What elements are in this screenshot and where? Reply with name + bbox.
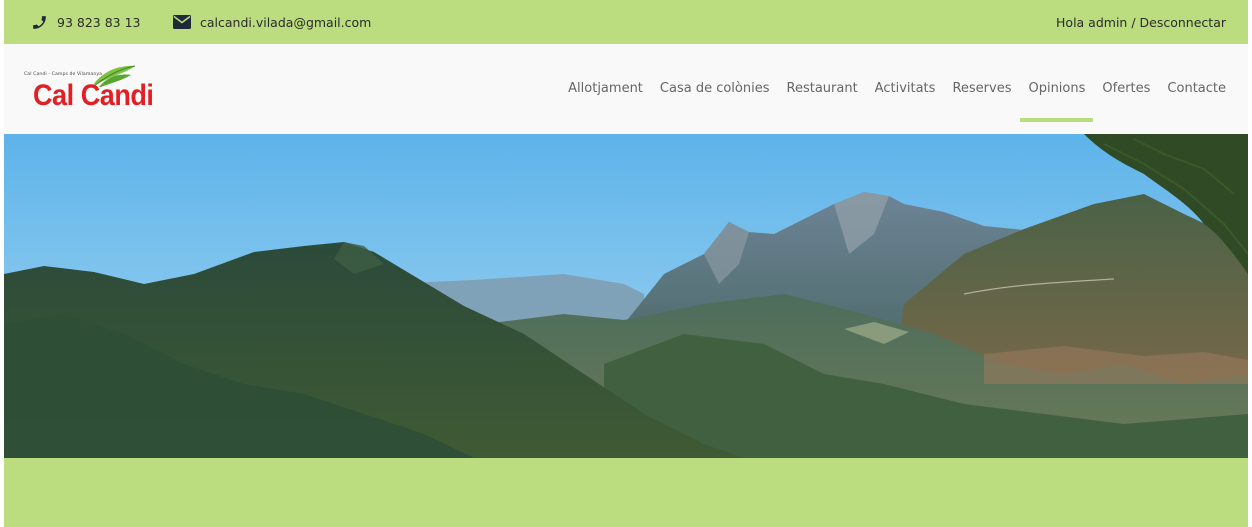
auth-separator: /	[1127, 14, 1140, 30]
nav-item-activitats[interactable]: Activitats	[875, 79, 936, 99]
site-header: Cal Candi - Camps de Vilamanya Cal Candi…	[4, 44, 1248, 134]
nav-item-reserves[interactable]: Reserves	[952, 79, 1011, 99]
nav-item-opinions[interactable]: Opinions	[1020, 79, 1094, 122]
logout-link[interactable]: Desconnectar	[1140, 15, 1226, 30]
envelope-icon	[173, 15, 191, 29]
nav-item-contacte[interactable]: Contacte	[1167, 79, 1226, 99]
nav-item-casa-de-colonies[interactable]: Casa de colònies	[660, 79, 770, 99]
top-bar: 93 823 83 13 calcandi.vilada@gmail.com H…	[4, 0, 1248, 44]
logo-name: Cal Candi	[33, 79, 154, 112]
mountain-landscape-image	[4, 134, 1248, 458]
phone-contact[interactable]: 93 823 83 13	[31, 0, 141, 44]
greeting-link[interactable]: Hola admin	[1056, 15, 1127, 30]
hero-banner	[4, 134, 1248, 458]
email-address: calcandi.vilada@gmail.com	[200, 14, 372, 30]
page: 93 823 83 13 calcandi.vilada@gmail.com H…	[4, 0, 1248, 527]
logo[interactable]: Cal Candi - Camps de Vilamanya Cal Candi	[21, 63, 191, 115]
phone-number: 93 823 83 13	[57, 14, 141, 30]
green-band	[4, 458, 1248, 527]
auth-links: Hola admin / Desconnectar	[1056, 0, 1226, 44]
nav-item-ofertes[interactable]: Ofertes	[1102, 79, 1150, 99]
main-nav: Allotjament Casa de colònies Restaurant …	[568, 44, 1226, 134]
email-contact[interactable]: calcandi.vilada@gmail.com	[173, 0, 371, 44]
nav-item-allotjament[interactable]: Allotjament	[568, 79, 643, 99]
phone-icon	[33, 15, 46, 29]
nav-item-restaurant[interactable]: Restaurant	[787, 79, 858, 99]
